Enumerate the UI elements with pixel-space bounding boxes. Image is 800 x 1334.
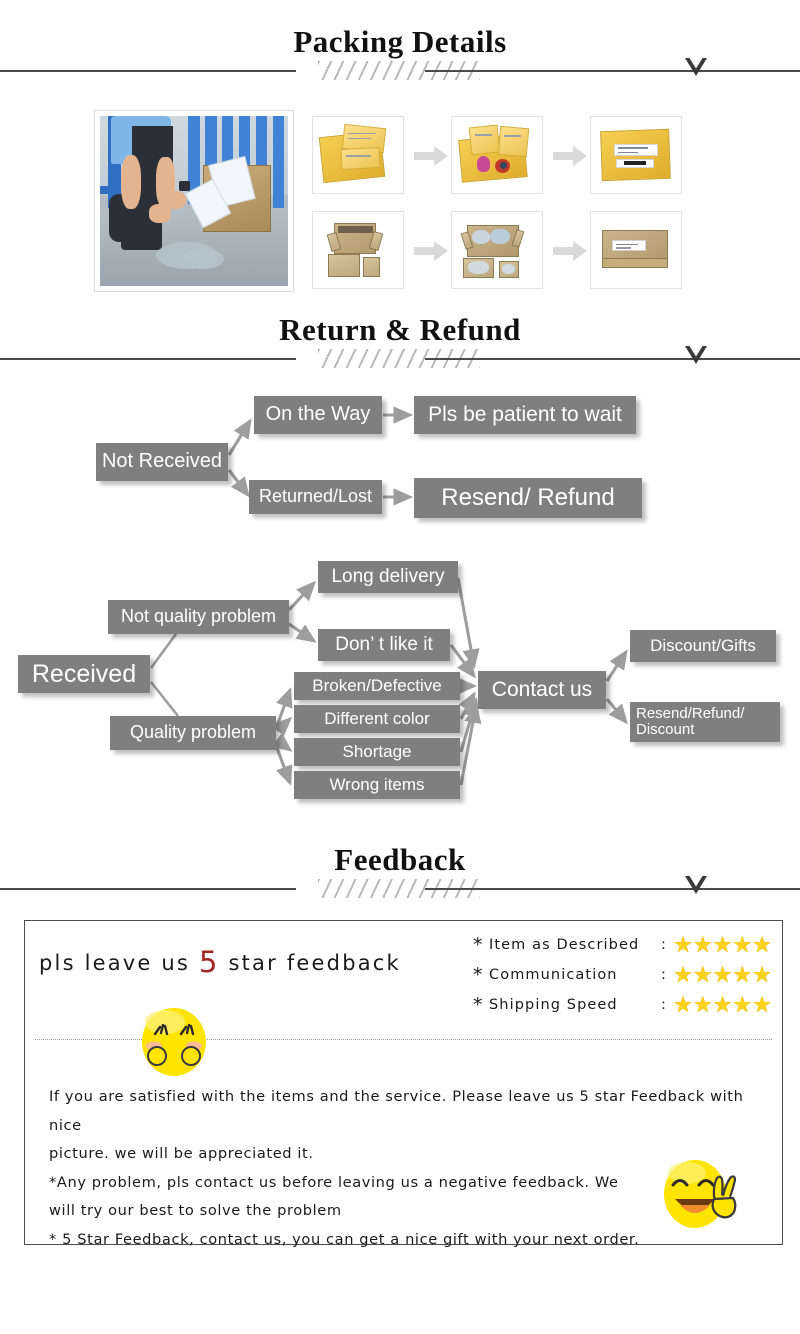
chevron-down-icon bbox=[683, 873, 709, 897]
flow-node-long-delivery: Long delivery bbox=[318, 561, 458, 593]
flow-node-on-the-way: On the Way bbox=[254, 396, 382, 434]
chevron-down-icon bbox=[683, 343, 709, 367]
flow-node-not-received: Not Received bbox=[96, 443, 228, 481]
flow-node-dont-like-it: Don’ t like it bbox=[318, 629, 450, 661]
flow-node-wrong-items: Wrong items bbox=[294, 771, 460, 799]
flow-node-be-patient: Pls be patient to wait bbox=[414, 396, 636, 434]
flow-node-discount-gifts: Discount/Gifts bbox=[630, 630, 776, 662]
flow-node-resend-refund: Resend/ Refund bbox=[414, 478, 642, 518]
page-title-feedback: Feedback bbox=[324, 844, 476, 875]
flow-node-resend-refund-discount: Resend/Refund/ Discount bbox=[630, 702, 780, 742]
flow-node-broken-defective: Broken/Defective bbox=[294, 672, 460, 700]
flow-node-shortage: Shortage bbox=[294, 738, 460, 766]
flow-node-different-color: Different color bbox=[294, 705, 460, 733]
chevron-down-icon bbox=[683, 55, 709, 79]
flow-node-not-quality: Not quality problem bbox=[108, 600, 289, 634]
flow-node-returned-lost: Returned/Lost bbox=[249, 480, 382, 514]
page-title-packing: Packing Details bbox=[283, 26, 517, 57]
flow-node-received: Received bbox=[18, 655, 150, 693]
page-title-return: Return & Refund bbox=[269, 314, 531, 345]
flow-node-quality-problem: Quality problem bbox=[110, 716, 276, 750]
flow-node-contact-us: Contact us bbox=[478, 671, 606, 709]
